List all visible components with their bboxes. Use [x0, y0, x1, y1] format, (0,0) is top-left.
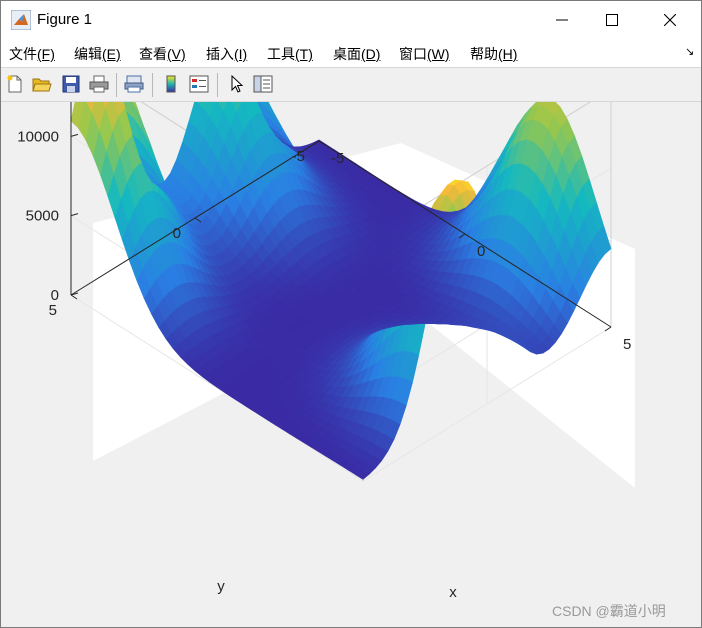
toolbar-separator	[116, 73, 117, 97]
title-bar: Figure 1	[1, 1, 701, 39]
menu-desktop[interactable]: 桌面(D)	[333, 44, 380, 64]
minimize-icon	[556, 19, 568, 21]
property-inspector-icon[interactable]	[252, 73, 274, 95]
minimize-button[interactable]	[539, 1, 585, 39]
menu-insert[interactable]: 插入(I)	[206, 44, 247, 64]
y-tick-label: 5	[49, 302, 57, 319]
window-title: Figure 1	[37, 11, 93, 28]
menu-tools[interactable]: 工具(T)	[267, 44, 313, 64]
figure-window: Figure 1 文件(F) 编辑(E) 查看(V) 插入(I) 工具(T) 桌…	[0, 0, 702, 628]
close-button[interactable]	[647, 1, 693, 39]
x-tick-label: 0	[477, 243, 485, 260]
maximize-icon	[606, 14, 618, 26]
matlab-logo-icon	[11, 10, 31, 30]
surface-plot[interactable]: 050001000015000-505-505 x y	[1, 102, 701, 627]
y-axis-label: y	[217, 578, 225, 595]
menu-help[interactable]: 帮助(H)	[470, 44, 517, 64]
y-tick-label: -5	[292, 148, 305, 165]
figure-toolbar	[1, 68, 701, 102]
maximize-button[interactable]	[589, 1, 635, 39]
y-tick-label: 0	[173, 225, 181, 242]
z-tick-mark	[70, 133, 79, 137]
link-plot-icon[interactable]	[123, 73, 145, 95]
pointer-icon[interactable]	[226, 73, 248, 95]
x-tick-label: -5	[331, 150, 344, 167]
y-tick-mark	[70, 294, 78, 300]
menu-edit[interactable]: 编辑(E)	[74, 44, 121, 64]
menu-bar: 文件(F) 编辑(E) 查看(V) 插入(I) 工具(T) 桌面(D) 窗口(W…	[1, 39, 701, 68]
z-tick-label: 10000	[17, 128, 59, 145]
legend-icon[interactable]	[188, 73, 210, 95]
dock-arrow-icon[interactable]: ↘	[685, 45, 694, 58]
menu-view[interactable]: 查看(V)	[139, 44, 186, 64]
toolbar-separator	[152, 73, 153, 97]
menu-file[interactable]: 文件(F)	[9, 44, 55, 64]
x-tick-label: 5	[623, 336, 631, 353]
z-tick-label: 5000	[26, 208, 59, 225]
save-icon[interactable]	[60, 73, 82, 95]
watermark-text: CSDN @霸道小明	[552, 603, 666, 619]
menu-window[interactable]: 窗口(W)	[399, 44, 450, 64]
toolbar-separator	[217, 73, 218, 97]
x-axis-label: x	[449, 584, 457, 601]
close-icon	[664, 14, 676, 26]
colorbar-icon[interactable]	[160, 73, 182, 95]
new-figure-icon[interactable]	[4, 73, 26, 95]
open-file-icon[interactable]	[31, 73, 53, 95]
z-tick-mark	[70, 213, 79, 217]
print-icon[interactable]	[88, 73, 110, 95]
